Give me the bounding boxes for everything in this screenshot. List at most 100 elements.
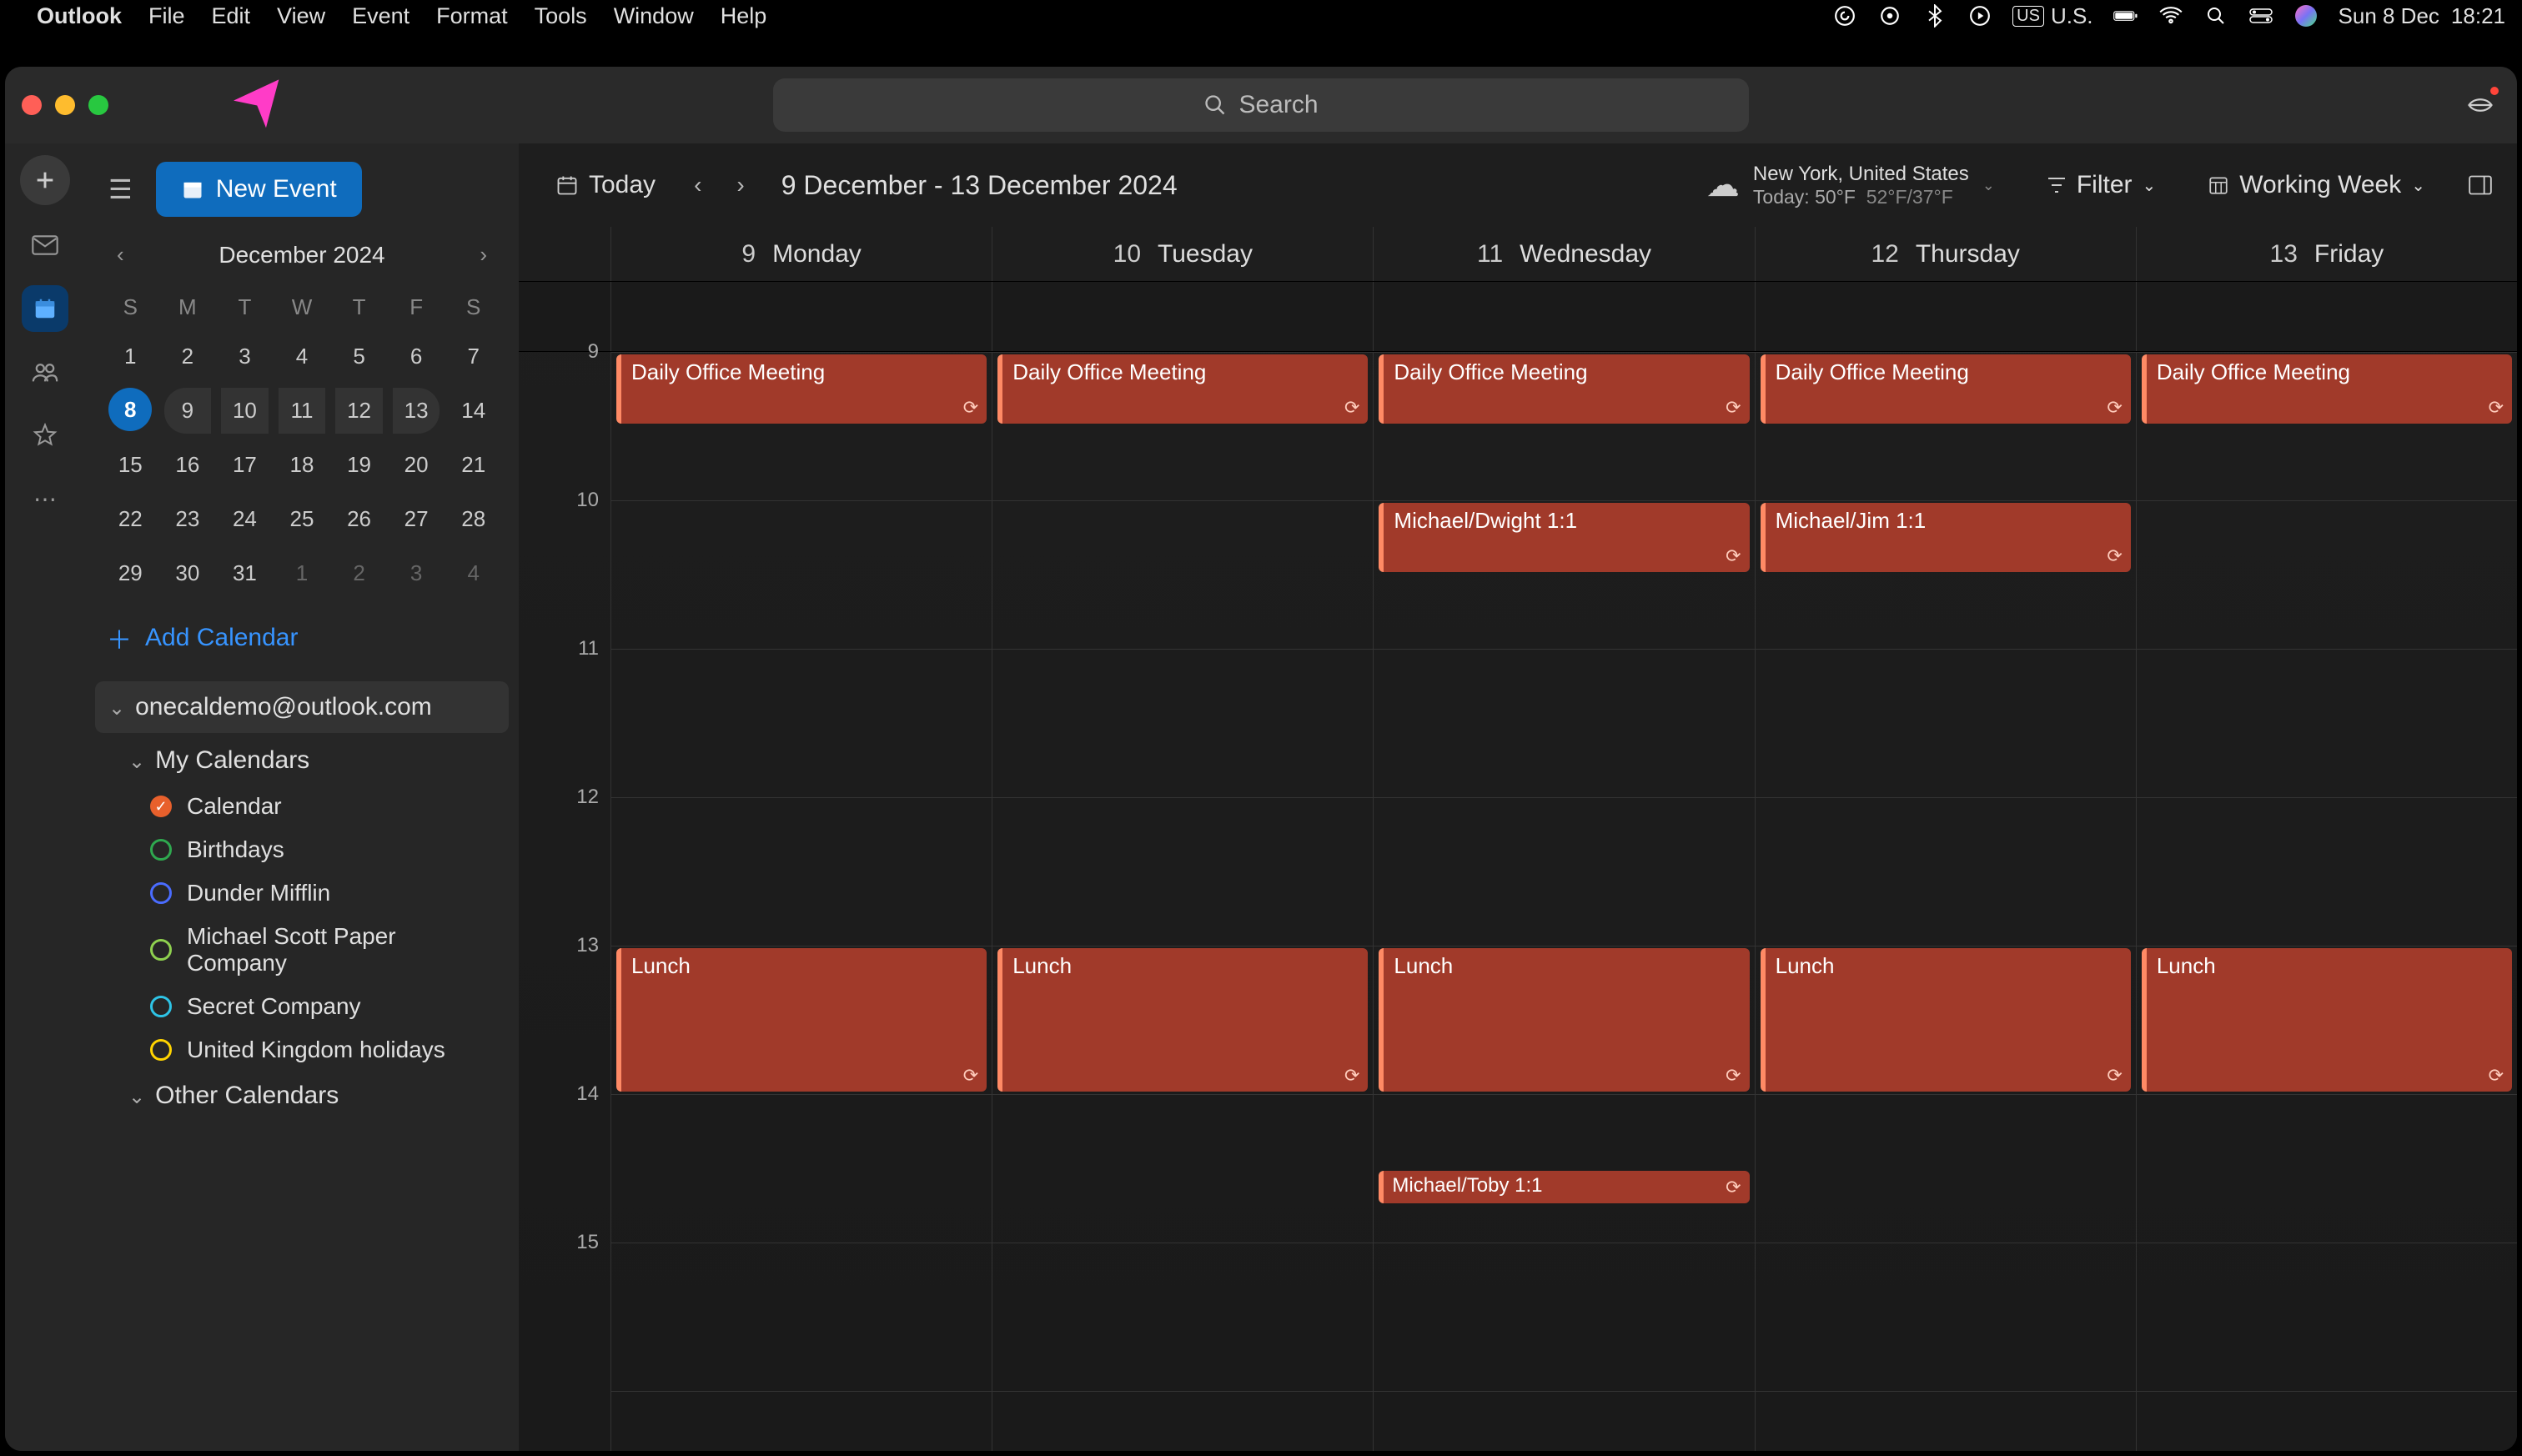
mini-cal-day[interactable]: 2 [335,550,383,596]
coming-soon-icon[interactable] [2465,90,2495,120]
calendar-event[interactable]: Michael/Jim 1:1⟳ [1761,503,2131,572]
day-column[interactable]: Daily Office Meeting⟳ Lunch⟳ [2136,352,2517,1451]
mini-cal-day[interactable]: 10 [221,388,269,434]
calendar-event[interactable]: Lunch⟳ [1761,948,2131,1092]
day-header[interactable]: 13Friday [2136,227,2517,281]
mini-cal-day[interactable]: 3 [393,550,440,596]
mini-cal-day[interactable]: 12 [335,388,383,434]
menu-help[interactable]: Help [721,3,767,29]
menu-app[interactable]: Outlook [37,3,122,29]
mini-cal-day[interactable]: 20 [393,442,440,488]
calendar-item[interactable]: Birthdays [95,828,509,871]
grid-body[interactable]: 9101112131415 Daily Office Meeting⟳Lunch… [519,352,2517,1451]
play-record-icon[interactable] [1967,3,1992,28]
menu-window[interactable]: Window [614,3,694,29]
account-row[interactable]: onecaldemo@outlook.com [95,681,509,733]
mail-icon[interactable] [22,222,68,269]
view-selector[interactable]: Working Week ⌄ [2208,171,2425,199]
calendar-event[interactable]: Lunch⟳ [616,948,987,1092]
mini-cal-day[interactable]: 9 [164,388,212,434]
calendar-item[interactable]: ✓Calendar [95,785,509,828]
bluetooth-icon[interactable] [1922,3,1947,28]
mini-cal-day[interactable]: 6 [393,334,440,379]
more-icon[interactable]: ⋯ [22,475,68,522]
next-week-icon[interactable]: › [728,168,752,202]
mini-cal-day[interactable]: 26 [335,496,383,542]
mini-cal-day[interactable]: 15 [107,442,154,488]
calendar-item[interactable]: Dunder Mifflin [95,871,509,915]
toggle-sidebar-icon[interactable]: ☰ [100,173,141,205]
mini-cal-day[interactable]: 5 [335,334,383,379]
menu-event[interactable]: Event [352,3,409,29]
mini-cal-day[interactable]: 30 [164,550,212,596]
calendar-event[interactable]: Michael/Dwight 1:1⟳ [1379,503,1749,572]
mini-cal-day[interactable]: 16 [164,442,212,488]
mini-cal-day[interactable]: 4 [279,334,326,379]
mini-cal-day[interactable]: 28 [450,496,497,542]
filter-button[interactable]: Filter ⌄ [2047,171,2156,199]
calendar-event[interactable]: Lunch⟳ [2142,948,2512,1092]
people-icon[interactable] [22,349,68,395]
next-month-icon[interactable]: › [473,238,494,271]
day-column[interactable]: Daily Office Meeting⟳ Michael/Jim 1:1⟳ Lun… [1755,352,2136,1451]
menu-file[interactable]: File [148,3,185,29]
menubar-datetime[interactable]: Sun 8 Dec18:21 [2339,3,2505,29]
mini-cal-day[interactable]: 19 [335,442,383,488]
calendar-event[interactable]: Daily Office Meeting⟳ [2142,354,2512,424]
calendar-item[interactable]: Michael Scott Paper Company [95,915,509,985]
today-button[interactable]: Today [544,164,667,206]
calendar-item[interactable]: United Kingdom holidays [95,1028,509,1072]
input-source[interactable]: USU.S. [2012,3,2092,29]
day-column[interactable]: Daily Office Meeting⟳ Lunch⟳ [992,352,1373,1451]
calendar-icon[interactable] [22,285,68,332]
menu-edit[interactable]: Edit [212,3,251,29]
fullscreen-window-icon[interactable] [88,95,108,115]
favorites-icon[interactable] [22,412,68,459]
mini-cal-day[interactable]: 3 [221,334,269,379]
mini-cal-day[interactable]: 1 [107,334,154,379]
calendar-event[interactable]: Daily Office Meeting⟳ [1761,354,2131,424]
mini-cal-day[interactable]: 23 [164,496,212,542]
mini-cal-day[interactable]: 29 [107,550,154,596]
target-icon[interactable] [1877,3,1902,28]
calendar-event[interactable]: Daily Office Meeting⟳ [997,354,1368,424]
calendar-event[interactable]: Lunch⟳ [997,948,1368,1092]
calendar-item[interactable]: Secret Company [95,985,509,1028]
day-header[interactable]: 9Monday [610,227,992,281]
day-header[interactable]: 10Tuesday [992,227,1373,281]
day-header[interactable]: 12Thursday [1755,227,2136,281]
mini-cal-day[interactable]: 13 [393,388,440,434]
mini-cal-day[interactable]: 14 [450,388,497,434]
menu-format[interactable]: Format [436,3,508,29]
other-calendars-group[interactable]: Other Calendars [95,1072,509,1120]
battery-icon[interactable] [2113,3,2138,28]
mini-cal-day[interactable]: 22 [107,496,154,542]
calendar-event[interactable]: Daily Office Meeting⟳ [1379,354,1749,424]
day-column[interactable]: Daily Office Meeting⟳ Michael/Dwight 1:1⟳… [1373,352,1754,1451]
mini-cal-day[interactable]: 7 [450,334,497,379]
mini-cal-day[interactable]: 27 [393,496,440,542]
mini-cal-day[interactable]: 17 [221,442,269,488]
mini-cal-day[interactable]: 31 [221,550,269,596]
mini-cal-day[interactable]: 18 [279,442,326,488]
compose-button[interactable] [20,155,70,205]
prev-week-icon[interactable]: ‹ [686,168,710,202]
mini-cal-day[interactable]: 11 [279,388,326,434]
mini-cal-day[interactable]: 1 [279,550,326,596]
panel-toggle-icon[interactable] [2469,175,2492,195]
control-center-icon[interactable] [2248,3,2273,28]
searchbar[interactable]: Search [773,78,1749,132]
my-calendars-group[interactable]: My Calendars [95,736,509,785]
calendar-event[interactable]: Michael/Toby 1:1⟳ [1379,1171,1749,1203]
mini-cal-day[interactable]: 21 [450,442,497,488]
day-header[interactable]: 11Wednesday [1373,227,1754,281]
minimize-window-icon[interactable] [55,95,75,115]
day-column[interactable]: Daily Office Meeting⟳Lunch⟳ [610,352,992,1451]
prev-month-icon[interactable]: ‹ [110,238,131,271]
siri-icon[interactable] [2293,3,2319,28]
grammarly-icon[interactable] [1832,3,1857,28]
spotlight-icon[interactable] [2203,3,2228,28]
calendar-event[interactable]: Lunch⟳ [1379,948,1749,1092]
menu-view[interactable]: View [277,3,325,29]
mini-cal-day[interactable]: 24 [221,496,269,542]
